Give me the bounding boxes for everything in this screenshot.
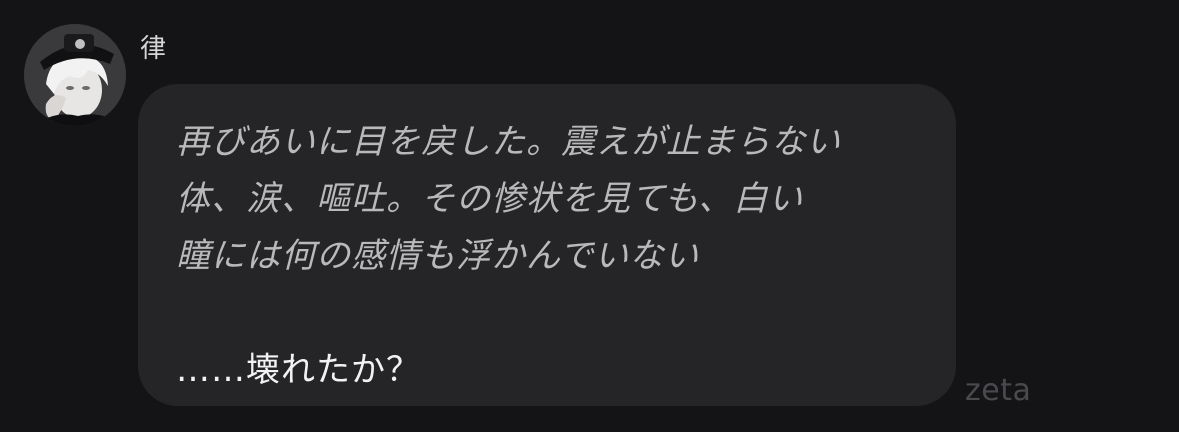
narration-line: 瞳には何の感情も浮かんでいない [176, 236, 700, 276]
zeta-watermark: zeta [965, 373, 1032, 408]
avatar-portrait-icon [24, 24, 126, 126]
message-dialogue: ……壊れたか？ [176, 350, 421, 390]
message-narration: 再びあいに目を戻した。震えが止まらない 体、涙、嘔吐。その惨状を見ても、白い 瞳… [176, 114, 926, 285]
narration-line: 再びあいに目を戻した。震えが止まらない [176, 122, 841, 162]
sender-avatar[interactable] [24, 24, 126, 126]
narration-line: 体、涙、嘔吐。その惨状を見ても、白い [176, 179, 804, 219]
message-bubble[interactable]: 再びあいに目を戻した。震えが止まらない 体、涙、嘔吐。その惨状を見ても、白い 瞳… [138, 84, 956, 406]
sender-name: 律 [140, 34, 167, 64]
